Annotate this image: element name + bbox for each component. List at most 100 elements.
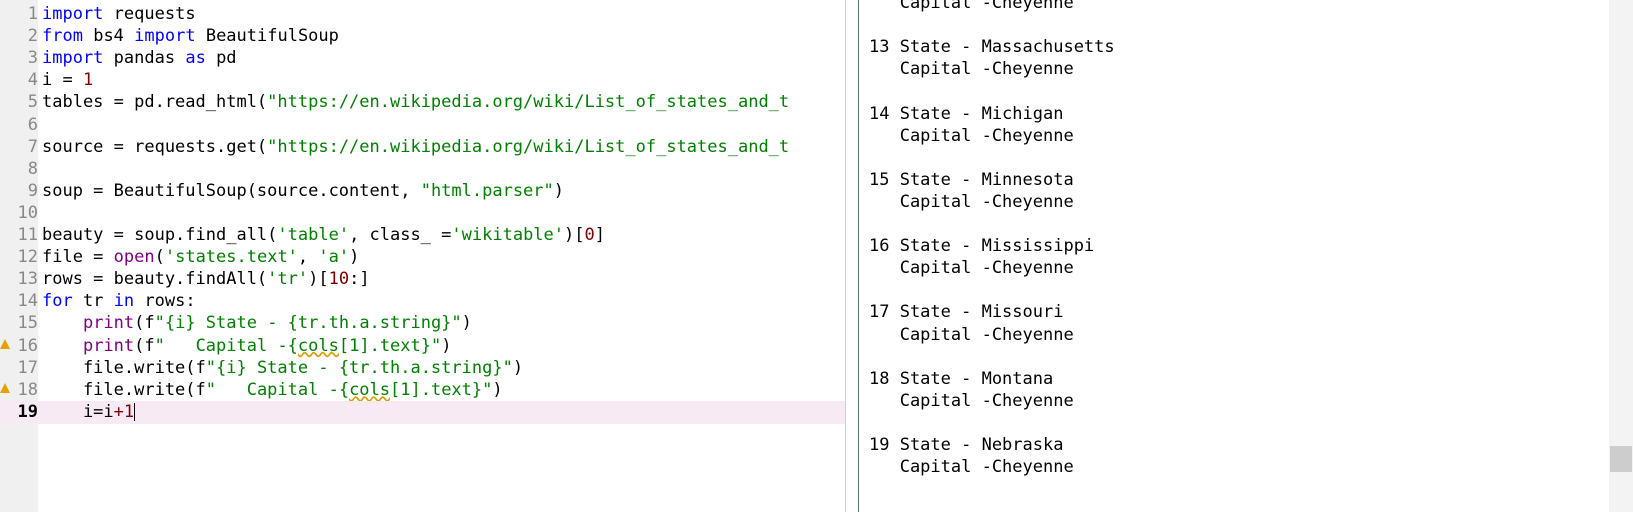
output-line: Capital -Cheyenne	[869, 125, 1074, 146]
line-number: 7	[27, 136, 38, 157]
code-token: )	[461, 313, 472, 334]
code-token: )	[441, 335, 452, 356]
line-number: 8	[27, 158, 38, 179]
code-token: rows = beauty.findAll(	[42, 269, 268, 290]
code-token: 'states.text'	[164, 247, 298, 268]
line-number: 2	[27, 26, 38, 47]
code-token: 'wikitable'	[451, 225, 565, 245]
code-token: )[	[564, 225, 585, 245]
code-token: tr	[82, 291, 114, 312]
code-text[interactable]: from bs4 import BeautifulSoup	[42, 25, 339, 48]
code-token: )	[492, 379, 503, 400]
code-text[interactable]: file = open('states.text', 'a')	[42, 246, 359, 269]
code-token: )	[512, 357, 524, 378]
code-token: "https://en.wikipedia.org/wiki/List_of_s…	[267, 92, 790, 113]
code-text[interactable]: i=i+1	[42, 401, 136, 424]
pane-splitter[interactable]	[845, 0, 859, 512]
code-token: )	[553, 180, 565, 201]
code-token: 'a'	[318, 247, 350, 268]
code-line[interactable]: 15 print(f"{i} State - {tr.th.a.string}"…	[0, 312, 845, 335]
code-text[interactable]: import requests	[42, 3, 196, 26]
code-token: file =	[42, 247, 114, 268]
code-token: , class_ =	[349, 225, 452, 245]
code-line[interactable]: 12 file = open('states.text', 'a')	[0, 246, 845, 269]
code-line[interactable]: 11 beauty = soup.find_all('table', class_…	[0, 224, 845, 247]
line-number: 12	[17, 247, 38, 268]
line-number: 16	[17, 335, 38, 356]
code-text[interactable]: file.write(f" Capital -{cols[1].text}")	[42, 379, 503, 402]
code-token: "{i} State - {tr.th.a.string}"	[205, 357, 513, 378]
code-line[interactable]: 9 soup = BeautifulSoup(source.content, "h…	[0, 180, 845, 203]
code-token: pd	[216, 48, 237, 69]
code-line[interactable]: 7 source = requests.get("https://en.wikip…	[0, 136, 845, 159]
code-token: 'table'	[277, 225, 350, 245]
scrollbar-thumb[interactable]	[1610, 446, 1632, 472]
output-line: Capital -Cheyenne	[869, 191, 1074, 212]
code-line[interactable]: 19 i=i+1	[0, 400, 845, 424]
line-number: 14	[17, 291, 38, 312]
code-text[interactable]: source = requests.get("https://en.wikipe…	[42, 136, 789, 159]
code-token: )	[349, 247, 360, 268]
code-line[interactable]: 1 import requests	[0, 3, 845, 26]
output-line: 14 State - Michigan	[869, 103, 1064, 124]
code-token: 'tr'	[267, 269, 309, 290]
code-token: :]	[349, 269, 370, 290]
code-line[interactable]: 2 from bs4 import BeautifulSoup	[0, 25, 845, 48]
code-token: 10	[328, 269, 350, 290]
code-token: import	[134, 26, 196, 47]
code-line[interactable]: 16 print(f" Capital -{cols[1].text}")	[0, 335, 845, 358]
code-token: ]	[594, 225, 605, 245]
code-token: print	[82, 335, 135, 356]
line-number: 3	[27, 48, 38, 69]
code-token: 0	[584, 225, 595, 245]
code-line[interactable]: 8	[0, 158, 845, 181]
output-scrollbar[interactable]	[1609, 0, 1633, 512]
output-line: Capital -Cheyenne	[869, 457, 1074, 478]
code-text[interactable]: file.write(f"{i} State - {tr.th.a.string…	[42, 357, 523, 380]
output-line: Capital -Cheyenne	[869, 390, 1074, 411]
output-line: 16 State - Mississippi	[869, 236, 1095, 257]
code-line[interactable]: 18 file.write(f" Capital -{cols[1].text}…	[0, 379, 845, 402]
code-token: " Capital -{	[205, 379, 350, 400]
code-token: " Capital -{	[154, 335, 298, 356]
line-number: 6	[27, 114, 38, 135]
code-line[interactable]: 4i = 1	[0, 69, 845, 92]
code-token: source = requests.get(	[42, 136, 268, 157]
code-text[interactable]: beauty = soup.find_all('table', class_ =…	[42, 224, 605, 247]
code-text[interactable]: i = 1	[42, 69, 93, 92]
code-text[interactable]: print(f" Capital -{cols[1].text}")	[42, 335, 452, 358]
line-number: 13	[17, 269, 38, 290]
code-token: (f	[134, 335, 155, 356]
code-line[interactable]: 6	[0, 114, 845, 137]
line-number: 9	[27, 180, 38, 201]
line-number: 17	[17, 357, 38, 378]
code-line[interactable]: 14 for tr in rows:	[0, 290, 845, 313]
code-line[interactable]: 17 file.write(f"{i} State - {tr.th.a.str…	[0, 357, 845, 380]
code-text[interactable]: print(f"{i} State - {tr.th.a.string}")	[42, 312, 472, 335]
code-text[interactable]: import pandas as pd	[42, 47, 237, 70]
code-token: file.write(f	[42, 379, 206, 400]
line-number: 18	[17, 379, 38, 400]
line-number: 4	[27, 70, 38, 91]
code-token: (f	[134, 313, 155, 334]
output-line: Capital -Cheyenne	[869, 0, 1074, 13]
code-text[interactable]: soup = BeautifulSoup(source.content, "ht…	[42, 180, 564, 203]
code-token: "https://en.wikipedia.org/wiki/List_of_s…	[267, 136, 790, 157]
output-line: Capital -Cheyenne	[869, 59, 1074, 80]
code-text[interactable]: tables = pd.read_html("https://en.wikipe…	[42, 91, 789, 114]
code-text[interactable]: rows = beauty.findAll('tr')[10:]	[42, 268, 370, 291]
code-editor[interactable]: 1 import requests 2 from bs4 import Beautif…	[0, 0, 845, 512]
code-line[interactable]: 13 rows = beauty.findAll('tr')[10:]	[0, 268, 845, 291]
code-line[interactable]: 10	[0, 202, 845, 225]
code-token: print	[82, 313, 135, 334]
code-token: bs4	[93, 26, 135, 47]
code-line[interactable]: 3 import pandas as pd	[0, 47, 845, 70]
output-console[interactable]: Capital -Cheyenne 13 State - Massachusett…	[859, 0, 1609, 512]
output-line: 17 State - Missouri	[869, 302, 1064, 323]
code-token: BeautifulSoup	[205, 26, 339, 47]
code-text[interactable]: for tr in rows:	[42, 290, 196, 313]
code-line[interactable]: 5 tables = pd.read_html("https://en.wikip…	[0, 91, 845, 114]
code-token: file.write(f	[42, 357, 206, 378]
code-token: i=i	[42, 401, 114, 422]
